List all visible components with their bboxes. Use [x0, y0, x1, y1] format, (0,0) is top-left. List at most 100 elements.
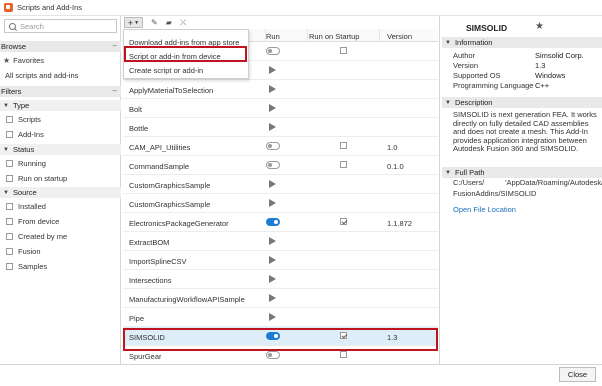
checkbox[interactable]	[6, 175, 13, 182]
checkbox[interactable]	[6, 116, 13, 123]
highlight-box	[124, 46, 247, 62]
play-icon[interactable]	[269, 256, 276, 264]
search-input[interactable]	[20, 21, 110, 31]
checkbox[interactable]	[6, 160, 13, 167]
row-name: CustomGraphicsSample	[129, 181, 211, 190]
chevron-down-icon: ▼	[445, 99, 451, 106]
row-name: CAM_API_Utilities	[129, 143, 191, 152]
run-on-startup-checkbox[interactable]	[340, 47, 347, 54]
filter-from-device[interactable]: From device	[6, 217, 59, 226]
unlink-icon[interactable]: ⤫	[180, 18, 186, 28]
chevron-down-icon: ▼	[3, 189, 9, 196]
folder-icon[interactable]: ▰	[166, 18, 172, 27]
collapse-icon[interactable]: –	[113, 41, 117, 50]
open-file-location-link[interactable]: Open File Location	[453, 205, 516, 214]
row-name: ImportSplineCSV	[129, 257, 187, 266]
table-row[interactable]: ManufacturingWorkflowAPISample	[123, 289, 438, 308]
table-row[interactable]: Bottle	[123, 118, 438, 137]
checkbox[interactable]	[6, 131, 13, 138]
table-row[interactable]: ExtractBOM	[123, 232, 438, 251]
table-row[interactable]: Intersections	[123, 270, 438, 289]
details-panel: SIMSOLID ★ ▼ Information Author Simsolid…	[439, 16, 602, 386]
row-name: Bolt	[129, 105, 142, 114]
filter-addins[interactable]: Add-Ins	[6, 130, 44, 139]
run-on-startup-checkbox[interactable]	[340, 142, 347, 149]
play-icon[interactable]	[269, 275, 276, 283]
checkbox[interactable]	[6, 218, 13, 225]
run-toggle[interactable]	[266, 161, 280, 169]
filter-installed[interactable]: Installed	[6, 202, 46, 211]
sidebar-item-all[interactable]: All scripts and add-ins	[5, 71, 78, 80]
run-on-startup-checkbox[interactable]	[340, 161, 347, 168]
filter-label: Created by me	[18, 232, 68, 241]
run-on-startup-checkbox[interactable]	[340, 351, 347, 358]
run-toggle[interactable]	[266, 47, 280, 55]
description-header[interactable]: ▼ Description	[442, 97, 602, 108]
filter-running[interactable]: Running	[6, 159, 46, 168]
play-icon[interactable]	[269, 104, 276, 112]
play-icon[interactable]	[269, 180, 276, 188]
info-key: Version	[453, 61, 479, 70]
play-icon[interactable]	[269, 313, 276, 321]
row-version: 1.1.872	[387, 219, 413, 228]
table-row[interactable]: CustomGraphicsSample	[123, 175, 438, 194]
col-run-on-startup[interactable]: Run on Startup	[309, 32, 359, 41]
info-value: Windows	[535, 71, 566, 80]
play-icon[interactable]	[269, 294, 276, 302]
filter-fusion[interactable]: Fusion	[6, 247, 41, 256]
filter-type-header[interactable]: ▼ Type	[0, 100, 121, 111]
add-button[interactable]: + ▼	[124, 17, 143, 28]
full-path-header[interactable]: ▼ Full Path	[442, 167, 602, 178]
description-text: SIMSOLID is next generation FEA. It work…	[453, 110, 597, 154]
filters-header[interactable]: Filters –	[0, 86, 121, 97]
row-name: Pipe	[129, 314, 145, 323]
run-toggle[interactable]	[266, 142, 280, 150]
checkbox[interactable]	[6, 233, 13, 240]
filter-run-on-startup[interactable]: Run on startup	[6, 174, 67, 183]
table-row[interactable]: CustomGraphicsSample	[123, 194, 438, 213]
run-toggle[interactable]	[266, 218, 280, 226]
table-row[interactable]: ImportSplineCSV	[123, 251, 438, 270]
browse-header[interactable]: Browse –	[0, 41, 121, 52]
highlight-box	[123, 328, 438, 351]
col-run[interactable]: Run	[266, 32, 280, 41]
checkbox[interactable]	[6, 248, 13, 255]
search-box[interactable]	[4, 19, 117, 33]
row-name: Intersections	[129, 276, 172, 285]
filter-created-by-me[interactable]: Created by me	[6, 232, 67, 241]
table-row[interactable]: ApplyMaterialToSelection	[123, 80, 438, 99]
edit-icon[interactable]: ✎	[151, 18, 158, 27]
close-button[interactable]: Close	[559, 367, 596, 382]
table-row[interactable]: CommandSample 0.1.0	[123, 156, 438, 175]
filter-source-header[interactable]: ▼ Source	[0, 187, 121, 198]
information-header[interactable]: ▼ Information	[442, 37, 602, 48]
run-on-startup-checkbox[interactable]	[340, 218, 347, 225]
col-version[interactable]: Version	[387, 32, 412, 41]
play-icon[interactable]	[269, 123, 276, 131]
filter-label: Add-Ins	[18, 130, 44, 139]
chevron-down-icon: ▼	[445, 169, 451, 176]
play-icon[interactable]	[269, 199, 276, 207]
play-icon[interactable]	[269, 66, 276, 74]
filter-status-header[interactable]: ▼ Status	[0, 144, 121, 155]
collapse-icon[interactable]: –	[113, 86, 117, 95]
filter-label: Scripts	[18, 115, 41, 124]
table-row[interactable]: CAM_API_Utilities 1.0	[123, 137, 438, 156]
sidebar-item-favorites[interactable]: ★ Favorites	[3, 56, 44, 65]
row-name: Bottle	[129, 124, 149, 133]
table-row[interactable]: Bolt	[123, 99, 438, 118]
all-label: All scripts and add-ins	[5, 71, 79, 80]
filter-samples[interactable]: Samples	[6, 262, 47, 271]
table-row[interactable]: Pipe	[123, 308, 438, 327]
filter-scripts[interactable]: Scripts	[6, 115, 41, 124]
filter-label: Running	[18, 159, 46, 168]
play-icon[interactable]	[269, 85, 276, 93]
table-row[interactable]: ElectronicsPackageGenerator 1.1.872	[123, 213, 438, 232]
checkbox[interactable]	[6, 263, 13, 270]
run-toggle[interactable]	[266, 351, 280, 359]
star-icon[interactable]: ★	[535, 21, 544, 32]
checkbox[interactable]	[6, 203, 13, 210]
plus-icon: +	[127, 17, 134, 28]
play-icon[interactable]	[269, 237, 276, 245]
menu-item-create[interactable]: Create script or add-in	[129, 66, 203, 75]
